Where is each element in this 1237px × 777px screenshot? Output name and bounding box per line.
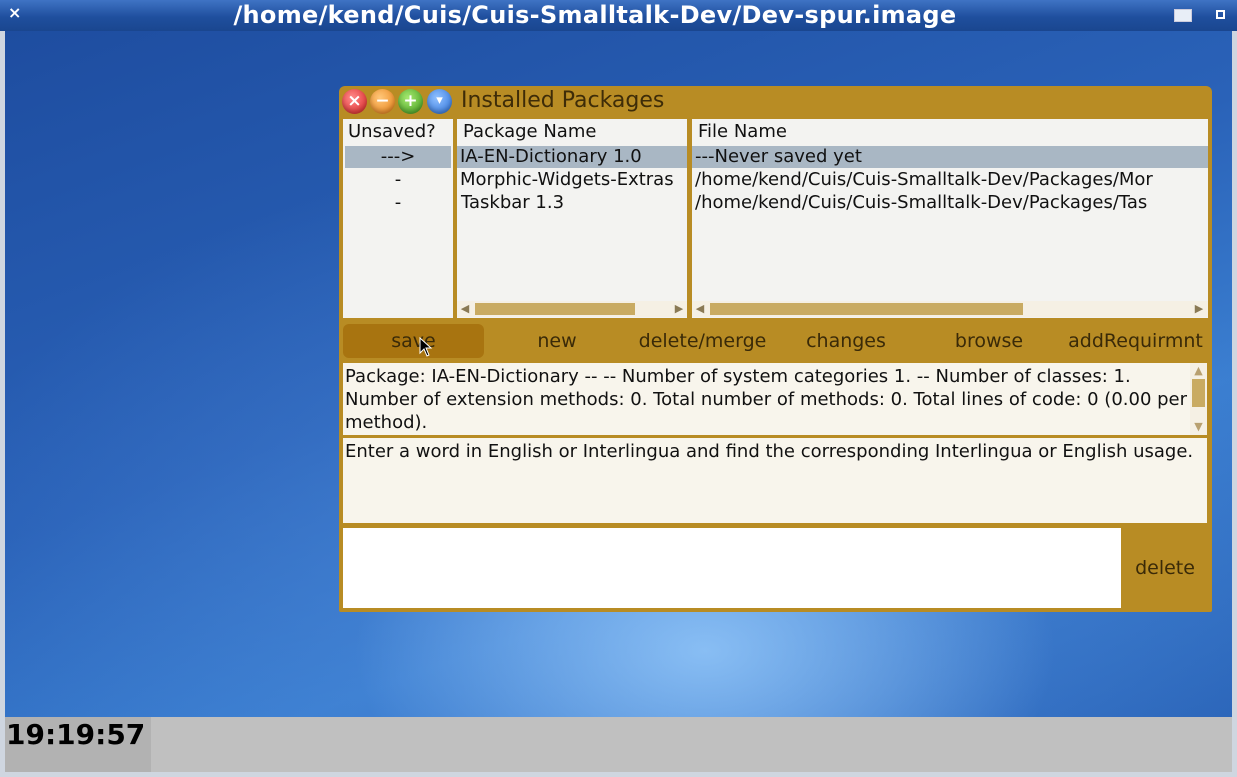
summary-vscrollbar[interactable]: ▲ ▼ bbox=[1190, 363, 1207, 435]
package-name-list[interactable]: Package Name IA-EN-Dictionary 1.0 Morphi… bbox=[457, 119, 687, 318]
delete-requirement-button[interactable]: delete bbox=[1125, 550, 1205, 586]
window-frame-bottom bbox=[0, 772, 1237, 777]
list-item[interactable]: /home/kend/Cuis/Cuis-Smalltalk-Dev/Packa… bbox=[692, 169, 1208, 191]
file-name-header: File Name bbox=[698, 121, 787, 142]
unsaved-list[interactable]: Unsaved? ---> - - bbox=[343, 119, 453, 318]
os-titlebar: × /home/kend/Cuis/Cuis-Smalltalk-Dev/Dev… bbox=[0, 0, 1237, 31]
window-title: Installed Packages bbox=[461, 88, 665, 113]
mouse-cursor-icon bbox=[419, 337, 433, 357]
menu-icon[interactable]: ▾ bbox=[427, 89, 452, 114]
taskbar: 19:19:57 bbox=[5, 717, 1232, 772]
scroll-right-icon[interactable]: ▶ bbox=[672, 301, 686, 317]
browse-button[interactable]: browse bbox=[919, 324, 1059, 358]
clock: 19:19:57 bbox=[5, 717, 151, 772]
package-name-header: Package Name bbox=[463, 121, 597, 142]
os-restore-icon[interactable] bbox=[1216, 10, 1225, 19]
scroll-left-icon[interactable]: ◀ bbox=[693, 301, 707, 317]
package-name-hscrollbar[interactable]: ◀ ▶ bbox=[457, 301, 687, 317]
requirements-list[interactable] bbox=[343, 528, 1121, 608]
scroll-up-icon[interactable]: ▲ bbox=[1190, 364, 1207, 378]
save-button[interactable]: save bbox=[343, 324, 484, 358]
scrollbar-thumb[interactable] bbox=[710, 303, 1023, 315]
package-summary[interactable]: Package: IA-EN-Dictionary -- -- Number o… bbox=[343, 363, 1192, 435]
list-item[interactable]: ---> bbox=[345, 146, 451, 168]
scrollbar-thumb[interactable] bbox=[1192, 379, 1205, 407]
maximize-icon[interactable]: + bbox=[398, 89, 423, 114]
list-item[interactable]: - bbox=[345, 192, 451, 214]
file-name-hscrollbar[interactable]: ◀ ▶ bbox=[692, 301, 1208, 317]
list-item[interactable]: - bbox=[345, 169, 451, 191]
file-name-list[interactable]: File Name ---Never saved yet /home/kend/… bbox=[692, 119, 1208, 318]
package-toolbar: save new delete/merge changes browse add… bbox=[339, 322, 1212, 360]
os-maximize-icon[interactable] bbox=[1174, 9, 1192, 22]
close-icon[interactable]: × bbox=[342, 89, 367, 114]
scroll-left-icon[interactable]: ◀ bbox=[458, 301, 472, 317]
unsaved-header: Unsaved? bbox=[348, 121, 436, 142]
os-window-title: /home/kend/Cuis/Cuis-Smalltalk-Dev/Dev-s… bbox=[233, 1, 957, 29]
list-item[interactable]: Morphic-Widgets-Extras bbox=[457, 169, 687, 191]
new-button[interactable]: new bbox=[487, 324, 627, 358]
changes-button[interactable]: changes bbox=[777, 324, 915, 358]
list-item[interactable]: ---Never saved yet bbox=[692, 146, 1208, 168]
list-item[interactable]: IA-EN-Dictionary 1.0 bbox=[457, 146, 687, 168]
window-titlebar[interactable]: × − + ▾ Installed Packages bbox=[339, 86, 1212, 116]
installed-packages-window: × − + ▾ Installed Packages Unsaved? --->… bbox=[339, 86, 1212, 612]
scrollbar-thumb[interactable] bbox=[475, 303, 635, 315]
package-description[interactable]: Enter a word in English or Interlingua a… bbox=[343, 438, 1207, 523]
delete-merge-button[interactable]: delete/merge bbox=[630, 324, 775, 358]
add-requirement-button[interactable]: addRequirmnt bbox=[1063, 324, 1208, 358]
list-item[interactable]: Taskbar 1.3 bbox=[457, 192, 687, 214]
scroll-down-icon[interactable]: ▼ bbox=[1190, 420, 1207, 434]
clock-time: 19:19:57 bbox=[6, 718, 146, 751]
scroll-right-icon[interactable]: ▶ bbox=[1192, 301, 1206, 317]
list-item[interactable]: /home/kend/Cuis/Cuis-Smalltalk-Dev/Packa… bbox=[692, 192, 1208, 214]
window-frame-right bbox=[1232, 31, 1237, 777]
minimize-icon[interactable]: − bbox=[370, 89, 395, 114]
